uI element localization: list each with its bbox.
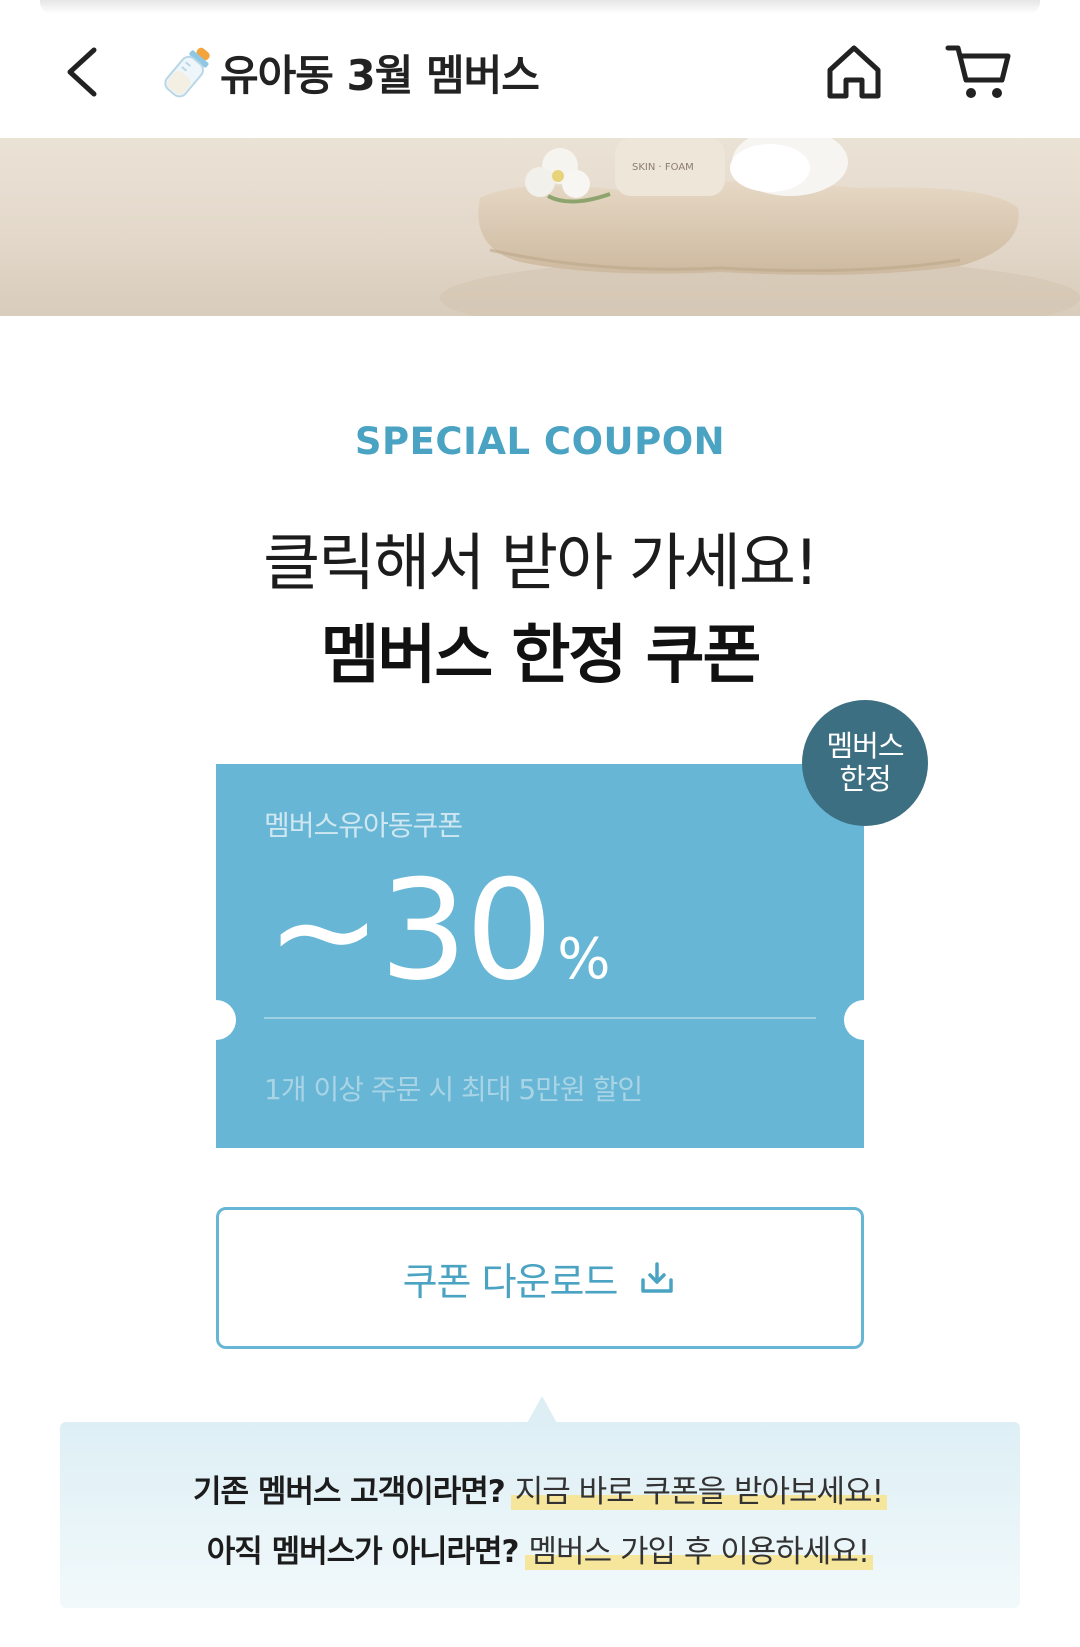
info-box-pointer (527, 1396, 557, 1423)
section-label: SPECIAL COUPON (354, 420, 726, 463)
info-line-2: 아직 멤버스가 아니라면? 멤버스 가입 후 이용하세요! (60, 1526, 1020, 1571)
chevron-left-icon (67, 47, 97, 97)
coupon-notch-left (196, 1000, 236, 1040)
download-button-label: 쿠폰 다운로드 (402, 1259, 619, 1304)
cart-button[interactable] (944, 40, 1012, 104)
coupon-discount-unit: % (557, 927, 611, 992)
coupon-divider (264, 1017, 816, 1019)
headline-line-1: 클릭해서 받아 가세요! (263, 526, 819, 599)
download-icon (641, 1262, 674, 1293)
page-title-wrap: 유아동 3월 멤버스 (158, 42, 540, 102)
coupon-notch-right (844, 1000, 884, 1040)
top-navigation-bar: 유아동 3월 멤버스 (0, 0, 1080, 138)
home-button[interactable] (822, 40, 886, 104)
coupon-description: 1개 이상 주문 시 최대 5만원 할인 (264, 1073, 643, 1106)
badge-line-2: 한정 (839, 762, 891, 796)
info-line-2-question: 아직 멤버스가 아니라면? (206, 1534, 520, 1570)
coupon-card[interactable]: 멤버스유아동쿠폰 ~30 % 1개 이상 주문 시 최대 5만원 할인 (196, 764, 884, 1148)
coupon-discount: ~30 % (266, 862, 610, 1000)
membership-info-box: 기존 멤버스 고객이라면? 지금 바로 쿠폰을 받아보세요! 아직 멤버스가 아니… (60, 1422, 1020, 1608)
badge-line-1: 멤버스 (826, 728, 904, 763)
cart-icon (945, 45, 1011, 98)
info-line-1-highlight: 지금 바로 쿠폰을 받아보세요! (510, 1474, 887, 1510)
svg-text:SKIN · FOAM: SKIN · FOAM (632, 162, 694, 173)
members-only-badge: 멤버스 한정 (802, 700, 928, 826)
info-line-1-question: 기존 멤버스 고객이라면? (192, 1474, 506, 1510)
top-bar-shadow (40, 0, 1040, 14)
home-icon (827, 45, 881, 99)
hero-banner-image: SKIN · FOAM (0, 138, 1080, 316)
product-photo: SKIN · FOAM (440, 138, 1080, 316)
headline-line-2: 멤버스 한정 쿠폰 (320, 619, 762, 693)
coupon-discount-value: ~30 (266, 850, 553, 1011)
back-button[interactable] (58, 42, 114, 102)
page-title: 유아동 3월 멤버스 (220, 50, 540, 100)
baby-bottle-icon (164, 47, 210, 98)
info-line-2-highlight: 멤버스 가입 후 이용하세요! (524, 1534, 874, 1570)
coupon-name: 멤버스유아동쿠폰 (264, 809, 463, 842)
info-line-1: 기존 멤버스 고객이라면? 지금 바로 쿠폰을 받아보세요! (60, 1466, 1020, 1511)
coupon-download-button[interactable]: 쿠폰 다운로드 (216, 1207, 864, 1349)
